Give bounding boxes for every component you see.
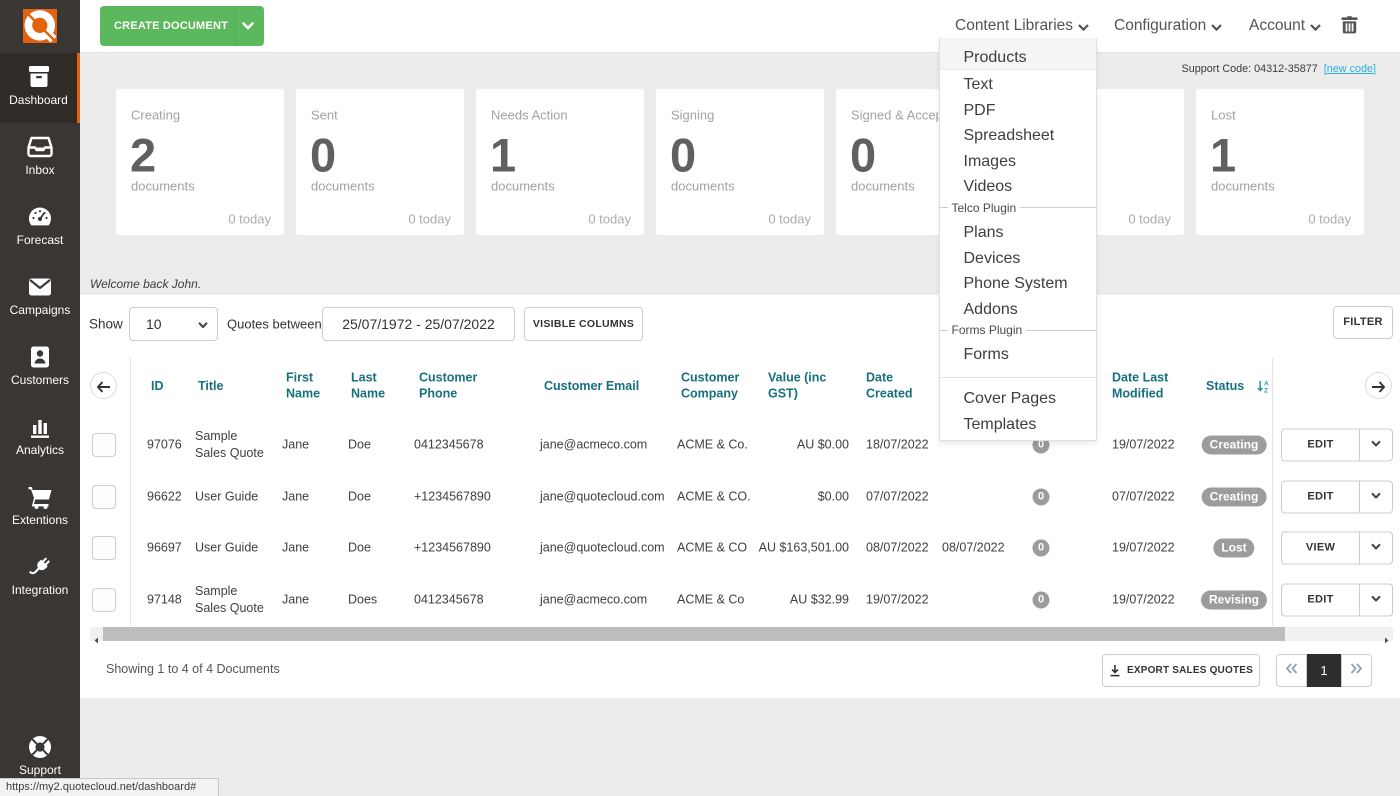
svg-text:A: A xyxy=(1264,381,1269,388)
svg-text:Z: Z xyxy=(1264,388,1268,393)
